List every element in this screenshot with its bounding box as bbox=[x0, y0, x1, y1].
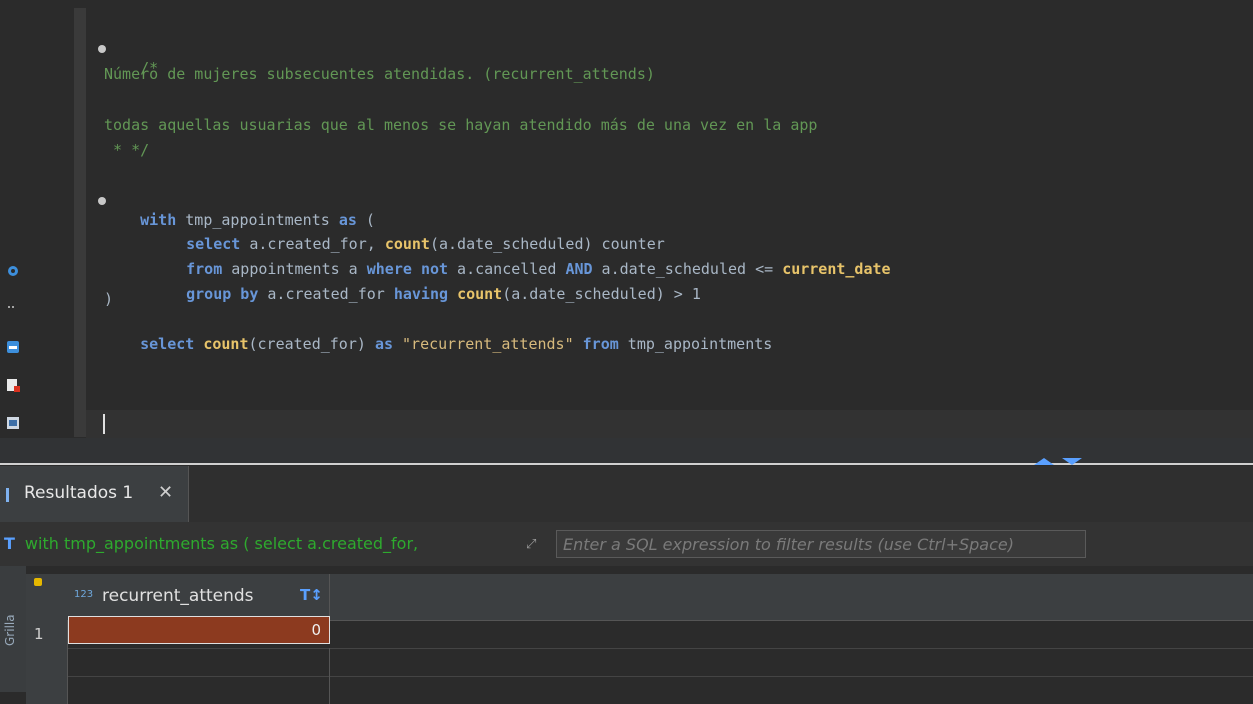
sql-editor[interactable]: /* Número de mujeres subsecuentes atendi… bbox=[86, 8, 1253, 440]
results-tab-icon bbox=[6, 488, 9, 502]
grid-side-panel[interactable]: Grilla bbox=[0, 566, 26, 692]
code-line-final-select: select count(created_for) as "recurrent_… bbox=[140, 335, 773, 353]
code-line-comment-close: * */ bbox=[104, 141, 150, 159]
grid-header-row: 123 recurrent_attends T↕ bbox=[26, 574, 1253, 621]
empty-row-number bbox=[26, 648, 68, 676]
query-preview[interactable]: Twith tmp_appointments as ( select a.cre… bbox=[0, 530, 518, 558]
fold-toggle-icon[interactable] bbox=[98, 45, 106, 53]
numeric-type-icon: 123 bbox=[74, 589, 94, 600]
collapse-arrows-icon[interactable] bbox=[1030, 456, 1086, 466]
results-tab-label: Resultados 1 bbox=[24, 483, 134, 503]
more-icon[interactable] bbox=[6, 300, 20, 314]
expand-icon[interactable]: ⤢ bbox=[526, 537, 542, 553]
column-header-recurrent-attends[interactable]: 123 recurrent_attends T↕ bbox=[68, 574, 330, 620]
tab-resultados-1[interactable]: Resultados 1 ✕ bbox=[0, 466, 189, 522]
query-preview-text: with tmp_appointments as ( select a.crea… bbox=[24, 534, 419, 553]
editor-gutter bbox=[28, 0, 74, 437]
empty-row-number bbox=[26, 676, 68, 704]
column-header-label: recurrent_attends bbox=[102, 586, 254, 606]
table-cell-value[interactable]: 0 bbox=[68, 616, 330, 644]
empty-cell bbox=[68, 648, 330, 676]
empty-cell bbox=[68, 676, 330, 704]
filter-bar: Twith tmp_appointments as ( select a.cre… bbox=[0, 522, 1253, 566]
script-error-icon[interactable] bbox=[6, 378, 20, 392]
settings-icon[interactable] bbox=[6, 264, 20, 278]
left-toolbar bbox=[0, 0, 28, 437]
output-icon[interactable] bbox=[6, 416, 20, 430]
filter-input[interactable] bbox=[556, 530, 1086, 558]
code-line-comment-2: todas aquellas usuarias que al menos se … bbox=[104, 116, 818, 134]
text-type-icon: T bbox=[4, 534, 15, 553]
close-icon[interactable]: ✕ bbox=[158, 482, 173, 503]
text-caret bbox=[103, 414, 105, 434]
results-grid: Grilla 123 recurrent_attends T↕ 1 0 bbox=[0, 566, 1253, 704]
editor-ruler bbox=[74, 8, 86, 437]
sort-filter-icon[interactable]: T↕ bbox=[300, 586, 323, 604]
fold-toggle-icon[interactable] bbox=[98, 197, 106, 205]
grid-view-label[interactable]: Grilla bbox=[3, 596, 21, 646]
current-line-highlight bbox=[86, 410, 1253, 440]
lock-icon bbox=[34, 578, 42, 586]
results-tab-bar: Resultados 1 ✕ bbox=[0, 466, 1253, 522]
row-number[interactable]: 1 bbox=[26, 620, 68, 648]
save-icon[interactable] bbox=[6, 340, 20, 354]
code-line-close-paren: ) bbox=[104, 290, 114, 308]
code-line-comment-1: Número de mujeres subsecuentes atendidas… bbox=[104, 65, 655, 83]
